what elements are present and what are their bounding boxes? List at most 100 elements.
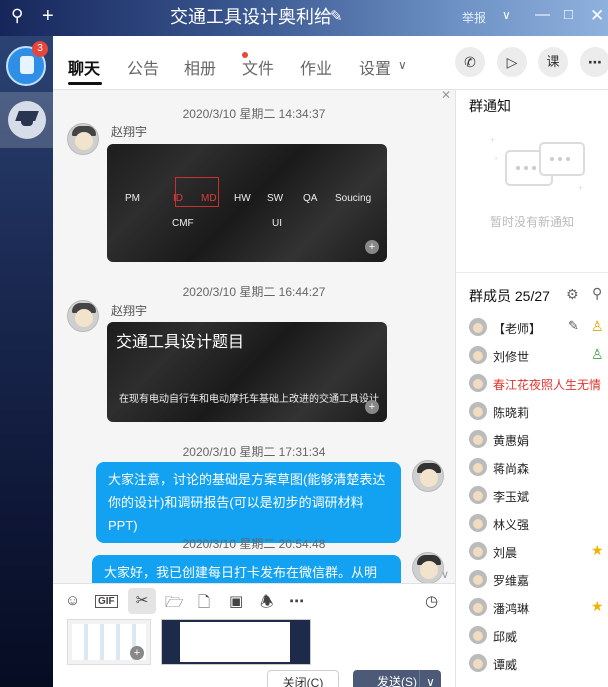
avatar[interactable] [67,123,99,155]
image-word: ID [173,193,183,204]
member-name: 罗维嘉 [493,574,530,588]
chevron-down-icon[interactable]: ∨ [398,58,407,72]
member-name: 李玉斌 [493,490,530,504]
plus-icon[interactable]: + [42,6,54,26]
tab-album[interactable]: 相册 [184,55,216,79]
message-timestamp: 2020/3/10 星期二 20:54:48 [182,537,326,551]
close-icon[interactable]: ✕ [590,6,604,26]
zoom-icon[interactable]: + [365,240,379,254]
sender-name: 赵翔宇 [111,304,148,318]
attachment-thumbnail[interactable]: + [67,619,151,665]
member-row[interactable]: 黄惠娟 [469,429,608,449]
teacher-badge-icon: ♙ [591,318,604,334]
active-tab-indicator [68,82,102,85]
image-title: 交通工具设计题目 [116,334,245,351]
member-row[interactable]: 春江花夜照人生无情 [469,373,608,393]
image-message[interactable]: 交通工具设计题目 在现有电动自行车和电动摩托车基础上改进的交通工具设计 + [107,322,387,422]
member-settings-icon[interactable]: ⚙ [566,286,579,303]
member-name: 黄惠娟 [493,434,530,448]
member-row[interactable]: 李玉斌 [469,485,608,505]
member-avatar [469,598,487,616]
edit-icon[interactable]: ✎ [330,7,343,25]
image-word: QA [303,193,318,204]
emoji-icon[interactable]: ☺ [65,592,80,609]
member-row[interactable]: 罗维嘉 [469,569,608,589]
member-avatar [469,570,487,588]
star-icon: ★ [591,542,604,558]
attachment-thumbnail[interactable] [161,619,311,665]
folder-icon[interactable]: 🗁 [165,592,184,617]
image-word: HW [234,193,251,204]
avatar[interactable] [412,552,444,583]
tab-files[interactable]: 文件 [242,55,274,79]
send-label: 发送(S) [377,675,417,687]
send-button[interactable]: 发送(S) ∨ [353,670,441,687]
member-name: 谭威 [493,658,518,672]
zoom-icon[interactable]: + [130,646,144,660]
gif-button[interactable]: GIF [95,595,118,608]
collapse-icon[interactable]: ✕ [441,90,451,102]
image-subtitle: 在现有电动自行车和电动摩托车基础上改进的交通工具设计 [119,394,379,405]
history-clock-icon[interactable]: ◷ [425,592,438,610]
member-row[interactable]: 【老师】 ✎ ♙ [469,317,608,337]
member-row[interactable]: 潘鸿琳 ★ [469,597,608,617]
svg-text:+: + [494,156,498,163]
send-options-icon[interactable]: ∨ [419,670,441,687]
message-timestamp: 2020/3/10 星期二 14:34:37 [182,107,326,121]
member-row[interactable]: 陈晓莉 [469,401,608,421]
tab-bar: 聊天 公告 相册 文件 作业 设置 ∨ ✆ ▷ 课 ⋯ [53,36,608,90]
member-row[interactable]: 刘晨 ★ [469,541,608,561]
zoom-icon[interactable]: + [365,400,379,414]
search-icon[interactable]: ⚲ [592,285,602,302]
group-title: 交通工具设计奥利给 [170,7,332,27]
member-row[interactable]: 林义强 [469,513,608,533]
chat-area[interactable]: ✕ 2020/3/10 星期二 14:34:37 赵翔宇 PM ID MD HW… [53,90,455,583]
composer-toolbar: ☺ GIF ✂ 🗁 🗋 ▣ 🕭 ⋯ ◷ [53,583,455,617]
class-button[interactable]: 课 [538,47,568,77]
tab-chat[interactable]: 聊天 [68,55,100,79]
tab-settings[interactable]: 设置 [359,55,391,79]
member-avatar [469,430,487,448]
image-icon[interactable]: ▣ [229,592,243,610]
phone-icon[interactable]: ✆ [455,47,485,77]
member-name: 陈晓莉 [493,406,530,420]
class-group-tile[interactable] [0,92,53,148]
member-row[interactable]: 邱威 [469,625,608,645]
svg-text:+: + [490,135,495,145]
edit-icon[interactable]: ✎ [568,318,579,334]
tab-homework[interactable]: 作业 [300,55,332,79]
member-name: 林义强 [493,518,530,532]
video-icon[interactable]: ▷ [497,47,527,77]
tab-announcement[interactable]: 公告 [127,55,159,79]
message-bubble[interactable]: 大家好，我已创建每日打卡发布在微信群。从明天 [92,555,401,583]
image-word: SW [267,193,284,204]
minimize-icon[interactable]: — [535,6,550,23]
image-word: Soucing [335,193,372,204]
member-row[interactable]: 蒋尚森 [469,457,608,477]
close-button[interactable]: 关闭(C) [267,670,339,687]
file-icon[interactable]: 🗋 [198,592,210,617]
avatar[interactable] [412,460,444,492]
member-row[interactable]: 谭威 [469,653,608,673]
scroll-down-icon[interactable]: ∨ [441,568,449,581]
image-message[interactable]: PM ID MD HW SW QA Soucing CMF UI + [107,144,387,262]
member-avatar [469,402,487,420]
message-timestamp: 2020/3/10 星期二 17:31:34 [182,445,326,459]
scissors-icon[interactable]: ✂ [128,588,156,614]
more-icon[interactable]: ⋯ [289,592,304,610]
maximize-icon[interactable]: □ [564,6,573,23]
member-avatar [469,374,487,392]
message-input[interactable]: + 关闭(C) 发送(S) ∨ [53,617,455,687]
report-link[interactable]: 举报 [462,9,486,26]
star-icon: ★ [591,598,604,614]
member-name: 刘修世 [493,350,530,364]
avatar[interactable] [67,300,99,332]
search-icon[interactable]: ⚲ [11,6,23,26]
member-row[interactable]: 刘修世 ♙ [469,345,608,365]
chevron-down-icon[interactable]: ∨ [502,8,511,22]
members-title: 群成员 25/27 [469,288,550,304]
bell-icon[interactable]: 🕭 [260,592,273,617]
message-bubble[interactable]: 大家注意，讨论的基础是方案草图(能够清楚表达你的设计)和调研报告(可以是初步的调… [96,462,401,543]
graduation-cap-icon [8,101,46,139]
more-icon[interactable]: ⋯ [580,47,608,77]
